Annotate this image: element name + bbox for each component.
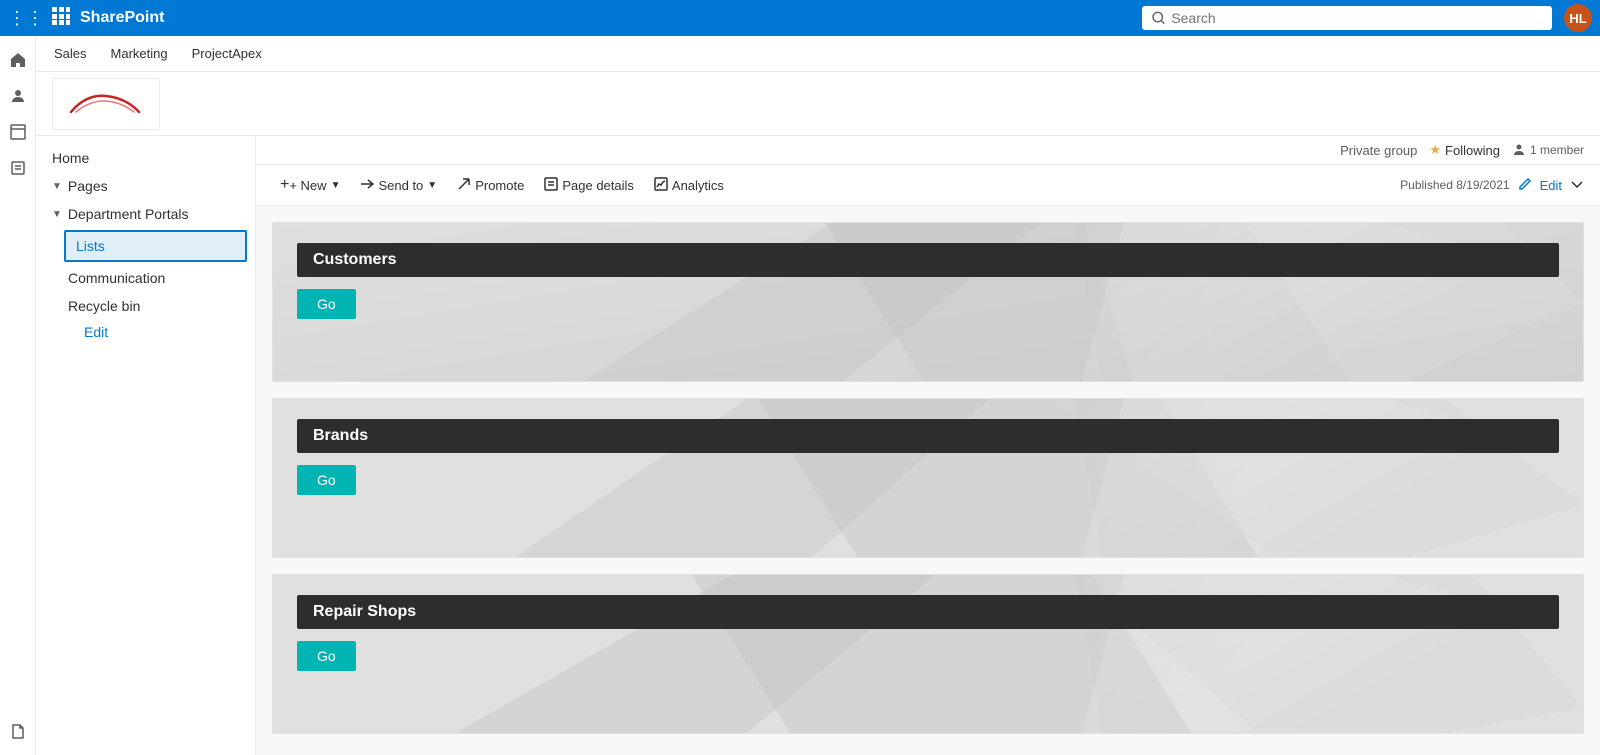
doc-icon-btn[interactable] [2, 715, 34, 747]
nav-home[interactable]: Home [36, 144, 255, 172]
edit-pencil-icon[interactable] [1518, 177, 1532, 194]
content-body: Customers Go B [256, 206, 1600, 755]
search-bar [1142, 6, 1552, 30]
waffle-icon[interactable]: ⋮⋮ [8, 8, 44, 29]
page-info-bar: Private group ★ Following 1 member [256, 136, 1600, 165]
private-group-label: Private group [1340, 143, 1417, 158]
send-icon [360, 177, 374, 194]
published-label: Published 8/19/2021 [1400, 178, 1509, 192]
promote-icon [457, 177, 471, 194]
member-icon [1512, 143, 1526, 157]
repair-shops-card: Repair Shops Go [272, 574, 1584, 734]
customers-go-button[interactable]: Go [297, 289, 356, 319]
search-icon [1152, 11, 1165, 25]
subnav: Sales Marketing ProjectApex [36, 36, 1600, 72]
nav-edit[interactable]: Edit [36, 320, 255, 344]
brands-go-button[interactable]: Go [297, 465, 356, 495]
nav-department-portals[interactable]: ▼ Department Portals [36, 200, 255, 228]
user-avatar[interactable]: HL [1564, 4, 1592, 32]
subnav-tab-projectapex[interactable]: ProjectApex [190, 36, 264, 72]
subnav-tab-sales[interactable]: Sales [52, 36, 89, 72]
left-icon-bar [0, 36, 36, 755]
toolbar-right: Published 8/19/2021 Edit [1400, 177, 1584, 194]
analytics-button[interactable]: Analytics [646, 172, 732, 199]
nav-pages[interactable]: ▼ Pages [36, 172, 255, 200]
brands-card: Brands Go [272, 398, 1584, 558]
member-info[interactable]: 1 member [1512, 143, 1584, 157]
dept-chevron: ▼ [52, 209, 62, 220]
app-title: SharePoint [80, 9, 164, 27]
new-chevron-icon: ▼ [331, 180, 341, 191]
page-details-icon [544, 177, 558, 194]
brand-logo [52, 78, 160, 130]
brand-area [36, 72, 1600, 136]
repair-shops-title: Repair Shops [297, 595, 1559, 629]
analytics-icon [654, 177, 668, 194]
brands-title: Brands [297, 419, 1559, 453]
waffle-menu-icon[interactable] [52, 7, 70, 30]
send-to-button[interactable]: Send to ▼ [352, 172, 445, 199]
home-icon-btn[interactable] [2, 44, 34, 76]
left-nav: Home ▼ Pages ▼ Department Portals Lists … [36, 136, 256, 755]
customers-card: Customers Go [272, 222, 1584, 382]
promote-button[interactable]: Promote [449, 172, 532, 199]
customers-title: Customers [297, 243, 1559, 277]
pages-chevron: ▼ [52, 181, 62, 192]
edit-button[interactable]: Edit [1540, 178, 1562, 193]
nav-lists-container: Lists [36, 228, 255, 264]
star-icon: ★ [1429, 142, 1441, 158]
repair-shops-go-button[interactable]: Go [297, 641, 356, 671]
toolbar: + + New ▼ Send to ▼ Promote [256, 165, 1600, 206]
people-icon-btn[interactable] [2, 80, 34, 112]
nav-recycle-bin[interactable]: Recycle bin [36, 292, 255, 320]
top-bar: ⋮⋮ SharePoint HL [0, 0, 1600, 36]
new-icon: + [280, 176, 289, 194]
page-details-button[interactable]: Page details [536, 172, 642, 199]
subnav-tab-marketing[interactable]: Marketing [109, 36, 170, 72]
content-area: Private group ★ Following 1 member + + N… [256, 136, 1600, 755]
main-container: Home ▼ Pages ▼ Department Portals Lists … [36, 136, 1600, 755]
send-chevron-icon: ▼ [427, 180, 437, 191]
following-button[interactable]: ★ Following [1429, 142, 1500, 158]
card-content: Repair Shops Go [273, 575, 1583, 691]
spacer [272, 750, 1584, 755]
sites-icon-btn[interactable] [2, 116, 34, 148]
card-content: Brands Go [273, 399, 1583, 515]
card-content: Customers Go [273, 223, 1583, 339]
nav-lists[interactable]: Lists [64, 230, 247, 262]
new-button[interactable]: + + New ▼ [272, 171, 348, 199]
nav-communication[interactable]: Communication [36, 264, 255, 292]
search-input[interactable] [1171, 10, 1542, 26]
edit-expand-icon[interactable] [1570, 177, 1584, 194]
news-icon-btn[interactable] [2, 152, 34, 184]
